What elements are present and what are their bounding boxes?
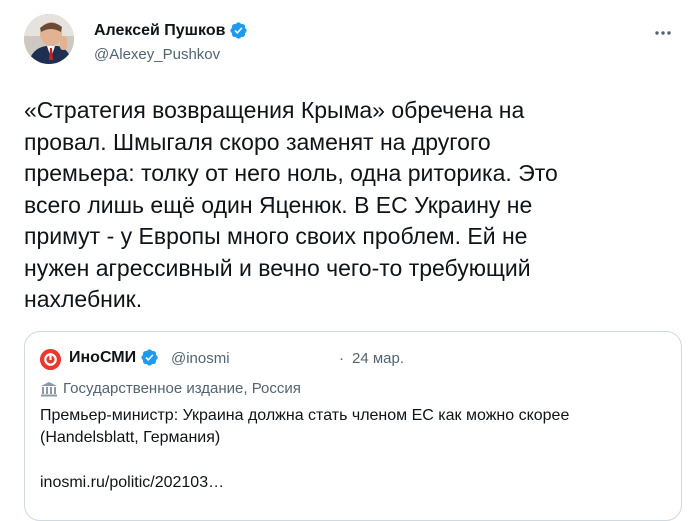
quoted-author-avatar[interactable] bbox=[40, 349, 61, 370]
author-handle[interactable]: @Alexey_Pushkov bbox=[94, 46, 220, 63]
state-media-label[interactable]: Государственное издание, Россия bbox=[40, 380, 301, 397]
author-avatar[interactable] bbox=[24, 14, 74, 64]
quoted-tweet-text: Премьер-министр: Украина должна стать чл… bbox=[40, 407, 570, 446]
quoted-tweet[interactable]: ИноСМИ @inosmi · 24 мар. Государственное… bbox=[24, 331, 682, 521]
government-building-icon bbox=[41, 381, 57, 396]
quoted-author-name-row[interactable]: ИноСМИ bbox=[69, 348, 159, 367]
inosmi-logo-icon bbox=[40, 349, 61, 370]
verified-badge-icon bbox=[230, 22, 248, 39]
state-media-label-text[interactable]: Государственное издание, Россия bbox=[63, 380, 301, 397]
author-name-row[interactable]: Алексей Пушков bbox=[94, 21, 248, 40]
tweet: Алексей Пушков @Alexey_Pushkov «Стратеги… bbox=[0, 0, 690, 521]
date-separator: · bbox=[339, 350, 344, 367]
verified-badge-icon bbox=[141, 349, 158, 366]
quoted-author-handle[interactable]: @inosmi bbox=[171, 350, 230, 367]
more-icon bbox=[655, 31, 671, 35]
avatar-image bbox=[24, 14, 74, 64]
quoted-tweet-date[interactable]: 24 мар. bbox=[352, 350, 404, 367]
author-name[interactable]: Алексей Пушков bbox=[94, 22, 225, 40]
tweet-text: «Стратегия возвращения Крыма» обречена н… bbox=[24, 97, 558, 312]
quoted-author-name[interactable]: ИноСМИ bbox=[69, 349, 136, 367]
quoted-tweet-link[interactable]: inosmi.ru/politic/202103… bbox=[40, 474, 224, 492]
more-options-button[interactable] bbox=[650, 20, 676, 46]
